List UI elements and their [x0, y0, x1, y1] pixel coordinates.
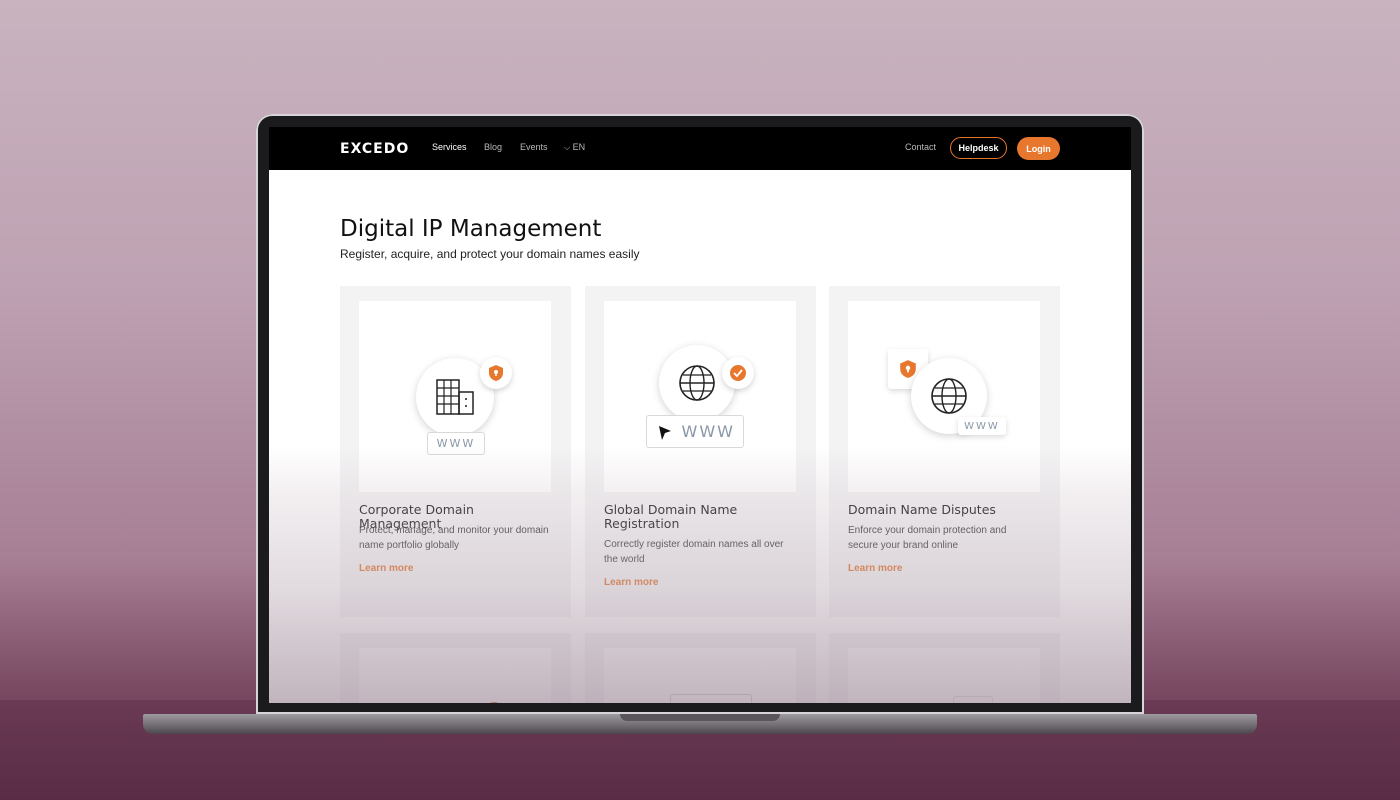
- learn-more-link[interactable]: Learn more: [848, 563, 902, 574]
- card-illustration: WWW: [359, 301, 551, 492]
- learn-more-link[interactable]: Learn more: [604, 577, 658, 588]
- card-description: Protect, manage, and monitor your domain…: [359, 525, 549, 551]
- shield-badge: [480, 357, 512, 389]
- globe-icon: [931, 378, 967, 414]
- building-icon: [436, 379, 474, 415]
- globe-icon-circle: [659, 345, 735, 421]
- card-row2-2[interactable]: [585, 633, 816, 703]
- card-description: Correctly register domain names all over…: [604, 539, 784, 565]
- nav-link-blog[interactable]: Blog: [484, 142, 502, 152]
- check-badge: [722, 357, 754, 389]
- card-corporate-domain-management[interactable]: WWW Corporate Domain Management Protect,…: [340, 286, 571, 617]
- card-title: Global Domain Name Registration: [604, 502, 738, 531]
- browser-screen: EXCEDO Services Blog Events ⌵ EN Contact…: [269, 127, 1131, 703]
- label-shape: [953, 696, 993, 703]
- nav-link-contact[interactable]: Contact: [905, 142, 936, 152]
- www-address-bar: WWW: [646, 415, 744, 448]
- page-title: Digital IP Management: [340, 216, 602, 242]
- helpdesk-button[interactable]: Helpdesk: [950, 137, 1007, 159]
- address-bar-shape: [670, 694, 752, 703]
- learn-more-link[interactable]: Learn more: [359, 563, 413, 574]
- card-row2-1[interactable]: [340, 633, 571, 703]
- check-icon: [730, 365, 746, 381]
- www-label: WWW: [681, 422, 735, 441]
- card-illustration: [359, 648, 551, 703]
- card-illustration: WWW: [848, 301, 1040, 492]
- globe-icon: [679, 365, 715, 401]
- language-label: EN: [572, 142, 586, 152]
- cursor-icon: [659, 426, 671, 440]
- card-illustration: [604, 648, 796, 703]
- www-label: WWW: [958, 417, 1006, 435]
- top-navbar: EXCEDO Services Blog Events ⌵ EN Contact…: [269, 127, 1131, 170]
- orange-dot-icon: [485, 702, 503, 703]
- shield-icon: [489, 365, 503, 381]
- card-illustration: WWW: [604, 301, 796, 492]
- card-row2-3[interactable]: [829, 633, 1060, 703]
- laptop-notch: [620, 714, 780, 721]
- card-domain-name-disputes[interactable]: WWW Domain Name Disputes Enforce your do…: [829, 286, 1060, 617]
- nav-link-events[interactable]: Events: [520, 142, 548, 152]
- login-button[interactable]: Login: [1017, 137, 1060, 160]
- chevron-down-icon: ⌵: [564, 143, 571, 152]
- card-title: Domain Name Disputes: [848, 502, 996, 517]
- excedo-logo[interactable]: EXCEDO: [340, 141, 409, 157]
- shield-icon: [900, 360, 916, 378]
- page-subtitle: Register, acquire, and protect your doma…: [340, 247, 640, 261]
- nav-link-services[interactable]: Services: [432, 142, 467, 152]
- card-description: Enforce your domain protection and secur…: [848, 525, 1007, 551]
- language-selector[interactable]: ⌵ EN: [564, 142, 585, 153]
- www-label: WWW: [427, 432, 485, 455]
- card-illustration: [848, 648, 1040, 703]
- card-global-domain-registration[interactable]: WWW Global Domain Name Registration Corr…: [585, 286, 816, 617]
